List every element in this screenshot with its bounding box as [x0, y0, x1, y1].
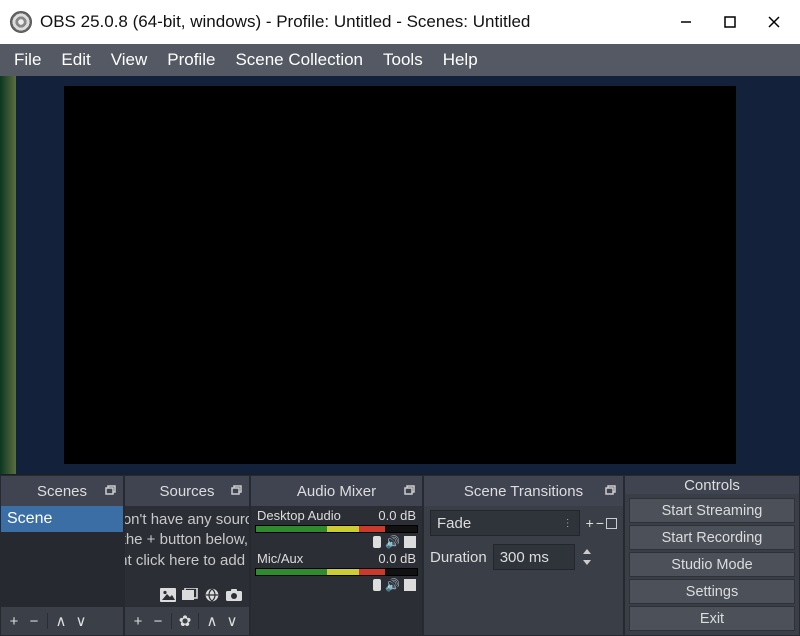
scenes-remove-button[interactable]: −: [27, 613, 41, 630]
scenes-down-button[interactable]: ∨: [74, 612, 88, 630]
maximize-button[interactable]: [708, 0, 752, 44]
transition-settings-button[interactable]: [606, 518, 617, 529]
controls-header[interactable]: Controls: [625, 476, 799, 494]
window-title: OBS 25.0.8 (64-bit, windows) - Profile: …: [40, 12, 664, 32]
controls-panel: Controls Start Streaming Start Recording…: [624, 475, 800, 636]
scenes-header[interactable]: Scenes: [1, 476, 123, 506]
mixer-channel-desktop: Desktop Audio 0.0 dB 🔊: [255, 508, 418, 549]
sources-header[interactable]: Sources: [125, 476, 249, 506]
mixer-channel-level: 0.0 dB: [378, 551, 416, 566]
mixer-channel-name: Mic/Aux: [257, 551, 303, 566]
preview-canvas[interactable]: [64, 86, 736, 464]
menu-view[interactable]: View: [103, 48, 156, 72]
transition-add-button[interactable]: +: [586, 515, 594, 531]
duration-value: 300 ms: [500, 549, 549, 566]
minimize-button[interactable]: [664, 0, 708, 44]
scene-transitions-header[interactable]: Scene Transitions: [424, 476, 623, 506]
menu-file[interactable]: File: [6, 48, 49, 72]
preview-area: [0, 76, 800, 474]
mixer-options-button[interactable]: [404, 579, 416, 591]
scenes-footer: + − ∧ ∨: [1, 607, 123, 635]
image-source-icon: [159, 587, 177, 603]
capture-source-icon: [225, 587, 243, 603]
audio-mixer-popout-icon[interactable]: [402, 483, 416, 497]
dock: Scenes Scene + − ∧ ∨ Sources: [0, 474, 800, 636]
sources-down-button[interactable]: ∨: [225, 612, 239, 630]
sources-panel: Sources You don't have any sources. Clic…: [124, 475, 250, 636]
controls-body: Start Streaming Start Recording Studio M…: [625, 494, 799, 635]
controls-title: Controls: [684, 477, 740, 494]
studio-mode-button[interactable]: Studio Mode: [629, 552, 795, 577]
browser-source-icon: [203, 587, 221, 603]
start-recording-button[interactable]: Start Recording: [629, 525, 795, 550]
speaker-icon[interactable]: 🔊: [385, 578, 400, 592]
scene-transitions-title: Scene Transitions: [464, 483, 583, 500]
sources-popout-icon[interactable]: [229, 483, 243, 497]
duration-label: Duration: [430, 549, 487, 566]
chevron-down-icon: ⋮: [563, 518, 573, 529]
scene-transitions-panel: Scene Transitions Fade ⋮ + −: [423, 475, 624, 636]
exit-button[interactable]: Exit: [629, 606, 795, 631]
mixer-volume-slider[interactable]: [373, 536, 381, 548]
sources-list[interactable]: You don't have any sources. Click the + …: [125, 506, 249, 607]
speaker-icon[interactable]: 🔊: [385, 535, 400, 549]
sources-up-button[interactable]: ∧: [205, 612, 219, 630]
scenes-popout-icon[interactable]: [103, 483, 117, 497]
sources-settings-button[interactable]: ✿: [178, 612, 192, 630]
mixer-meter: [255, 525, 418, 533]
sources-title: Sources: [159, 483, 214, 500]
start-streaming-button[interactable]: Start Streaming: [629, 498, 795, 523]
duration-step-up[interactable]: [581, 546, 593, 557]
settings-button[interactable]: Settings: [629, 579, 795, 604]
scenes-up-button[interactable]: ∧: [54, 612, 68, 630]
mixer-channel-name: Desktop Audio: [257, 508, 341, 523]
obs-window: OBS 25.0.8 (64-bit, windows) - Profile: …: [0, 0, 800, 636]
mixer-options-button[interactable]: [404, 536, 416, 548]
mixer-meter: [255, 568, 418, 576]
transition-remove-button[interactable]: −: [596, 515, 604, 531]
scene-transitions-body: Fade ⋮ + − Duration 300 ms: [424, 506, 623, 635]
sources-remove-button[interactable]: −: [151, 613, 165, 630]
scenes-panel: Scenes Scene + − ∧ ∨: [0, 475, 124, 636]
app-logo-icon: [10, 11, 32, 33]
audio-mixer-header[interactable]: Audio Mixer: [251, 476, 422, 506]
menubar: File Edit View Profile Scene Collection …: [0, 44, 800, 76]
transition-select[interactable]: Fade ⋮: [430, 510, 580, 536]
scene-transitions-popout-icon[interactable]: [603, 483, 617, 497]
menu-help[interactable]: Help: [435, 48, 486, 72]
scene-source-icon: [181, 587, 199, 603]
scenes-add-button[interactable]: +: [7, 613, 21, 630]
sources-hint-text: You don't have any sources. Click the + …: [125, 510, 249, 571]
duration-step-down[interactable]: [581, 557, 593, 568]
audio-mixer-body: Desktop Audio 0.0 dB 🔊 Mic/Aux 0.0 dB: [251, 506, 422, 635]
menu-edit[interactable]: Edit: [53, 48, 98, 72]
menu-tools[interactable]: Tools: [375, 48, 431, 72]
scenes-list[interactable]: Scene: [1, 506, 123, 607]
scene-item[interactable]: Scene: [1, 506, 123, 532]
close-button[interactable]: [752, 0, 796, 44]
mixer-volume-slider[interactable]: [373, 579, 381, 591]
mixer-channel-level: 0.0 dB: [378, 508, 416, 523]
duration-input[interactable]: 300 ms: [493, 544, 575, 570]
audio-mixer-panel: Audio Mixer Desktop Audio 0.0 dB 🔊: [250, 475, 423, 636]
mixer-channel-mic: Mic/Aux 0.0 dB 🔊: [255, 551, 418, 592]
menu-profile[interactable]: Profile: [159, 48, 223, 72]
sources-add-button[interactable]: +: [131, 613, 145, 630]
titlebar: OBS 25.0.8 (64-bit, windows) - Profile: …: [0, 0, 800, 44]
sources-footer: + − ✿ ∧ ∨: [125, 607, 249, 635]
scenes-title: Scenes: [37, 483, 87, 500]
audio-mixer-title: Audio Mixer: [297, 483, 376, 500]
menu-scene-collection[interactable]: Scene Collection: [227, 48, 371, 72]
transition-selected-value: Fade: [437, 515, 471, 532]
